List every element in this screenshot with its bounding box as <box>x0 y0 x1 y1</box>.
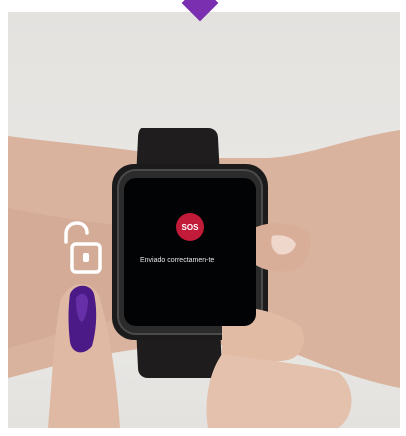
photo: SOS Enviado correctamen-te <box>8 8 400 428</box>
sos-badge[interactable]: SOS <box>176 213 204 241</box>
sos-status-text: Enviado correctamen-te <box>140 257 215 264</box>
sos-label: SOS <box>181 222 199 232</box>
unlock-icon <box>64 221 102 274</box>
image-frame: SOS Enviado correctamen-te <box>0 0 406 436</box>
watch-screen: SOS Enviado correctamen-te <box>124 178 256 326</box>
